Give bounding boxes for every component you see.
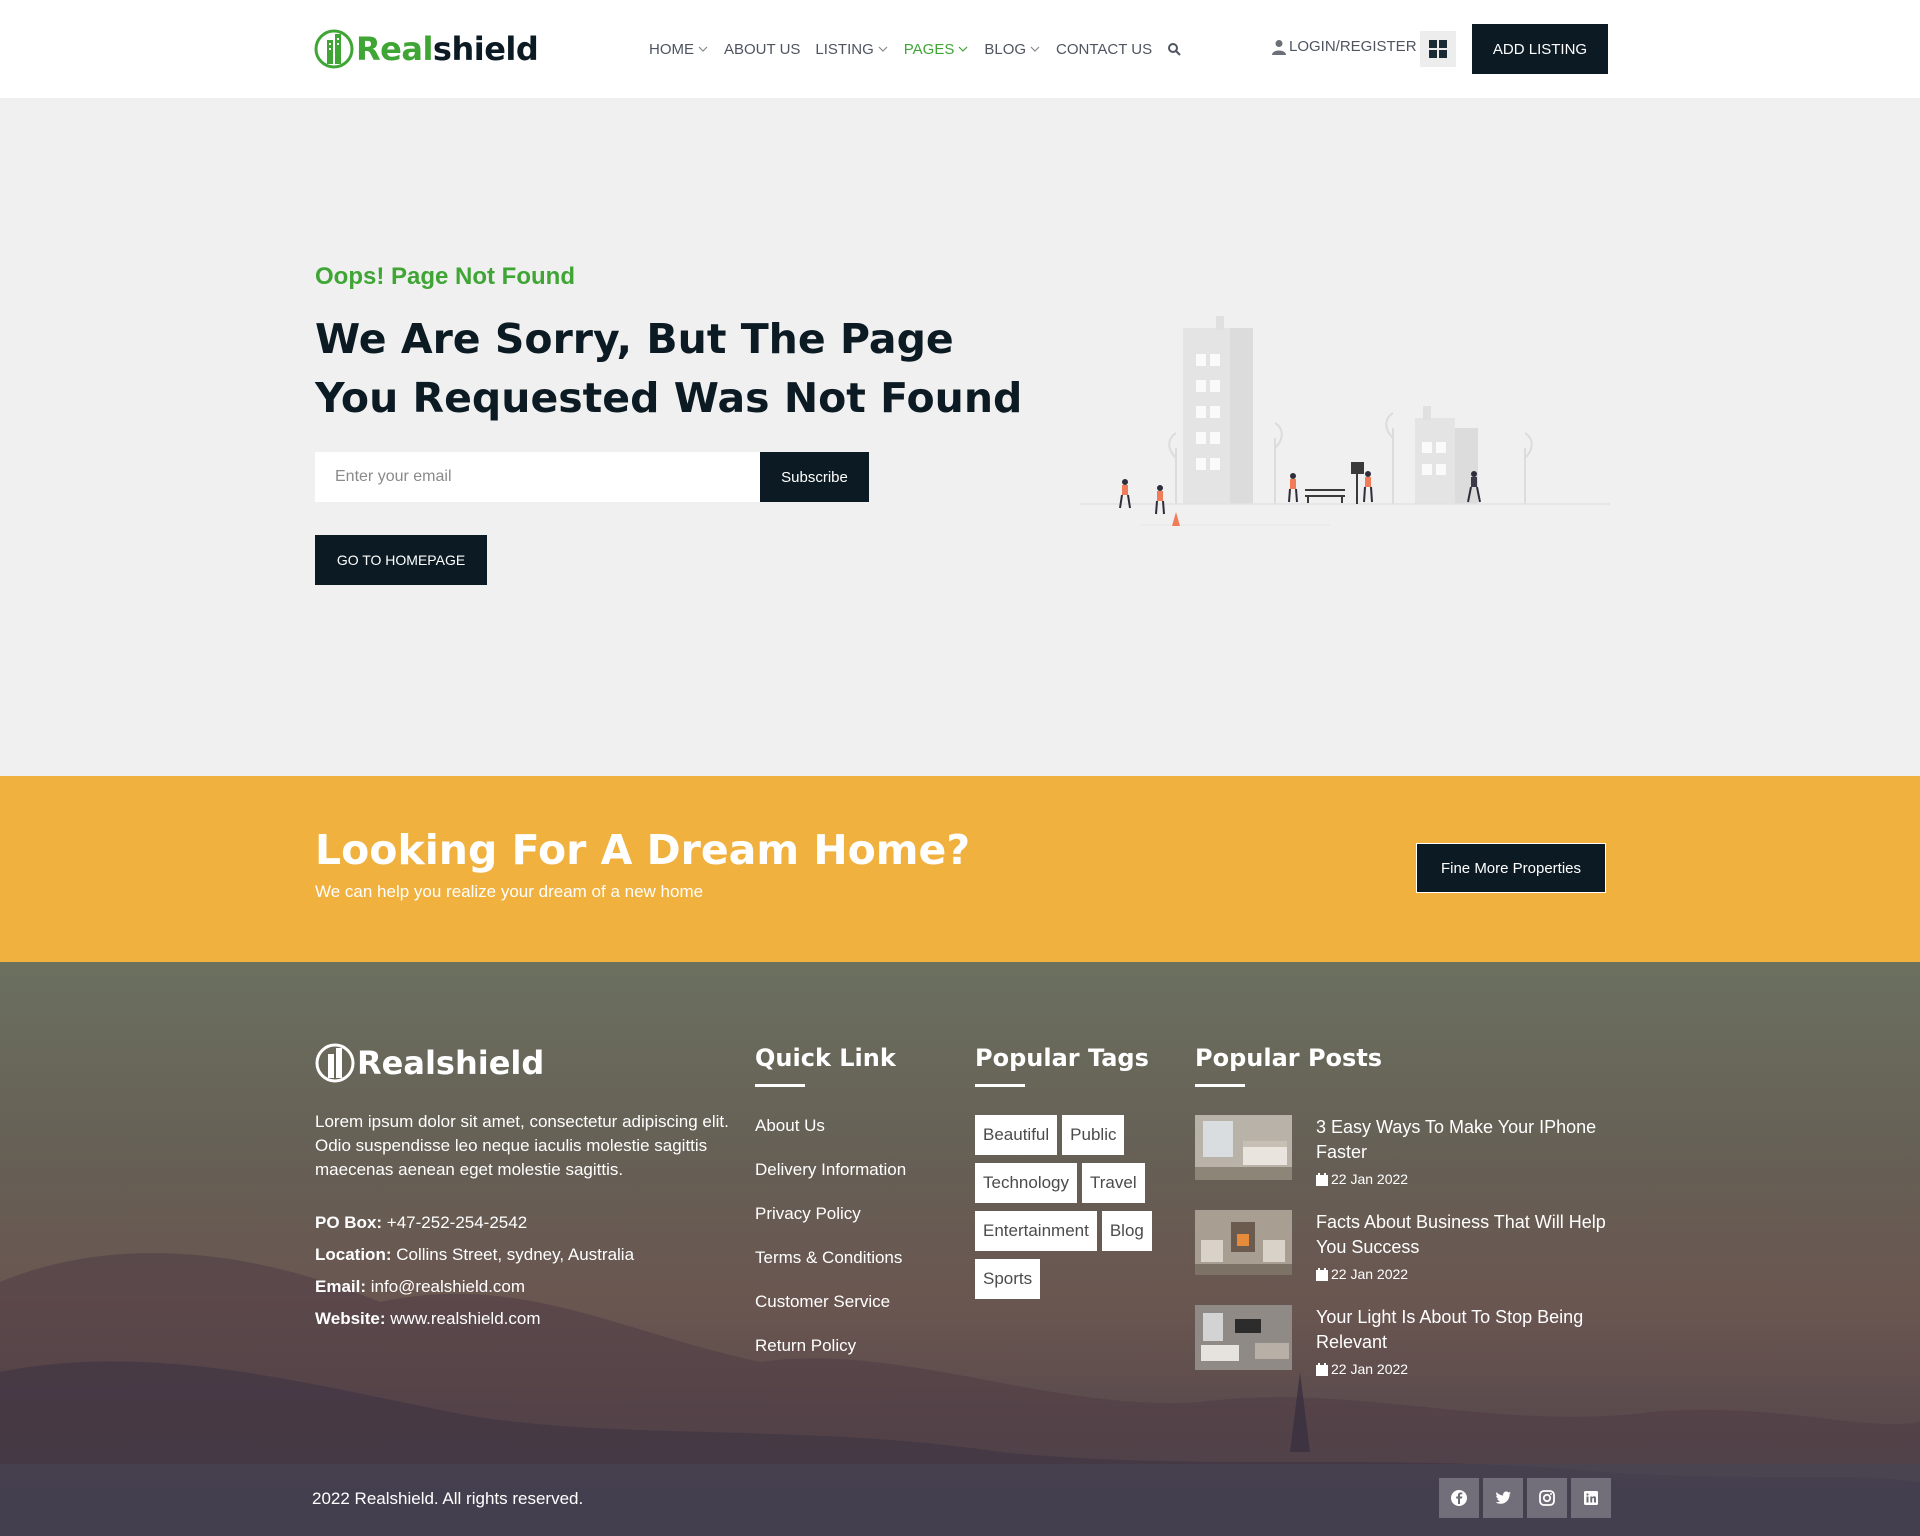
main-nav: HOME ABOUT US LISTING PAGES BLOG CONTACT… xyxy=(649,36,1181,62)
post-date: 22 Jan 2022 xyxy=(1316,1266,1616,1282)
tag-chip[interactable]: Entertainment xyxy=(975,1211,1097,1251)
post-thumbnail xyxy=(1195,1210,1292,1275)
post-date: 22 Jan 2022 xyxy=(1316,1361,1616,1377)
po-box-line: PO Box: +47-252-254-2542 xyxy=(315,1213,528,1232)
tag-chip[interactable]: Public xyxy=(1062,1115,1125,1155)
login-register-link[interactable]: LOGIN/REGISTER xyxy=(1272,38,1417,55)
linkedin-icon xyxy=(1584,1491,1598,1505)
nav-blog-label: BLOG xyxy=(984,40,1027,58)
post-thumbnail xyxy=(1195,1115,1292,1180)
calendar-icon xyxy=(1316,1172,1328,1186)
quick-link-item[interactable]: Customer Service xyxy=(755,1290,906,1334)
email-line: Email: info@realshield.com xyxy=(315,1277,526,1296)
location-line: Location: Collins Street, sydney, Austra… xyxy=(315,1245,635,1264)
post-item[interactable]: 3 Easy Ways To Make Your IPhone Faster 2… xyxy=(1195,1115,1616,1210)
chevron-down-icon xyxy=(878,46,888,52)
footer-about-text: Lorem ipsum dolor sit amet, consectetur … xyxy=(315,1112,729,1179)
find-more-properties-button[interactable]: Fine More Properties xyxy=(1416,843,1606,893)
subscribe-form: Subscribe xyxy=(315,452,869,502)
email-input[interactable] xyxy=(315,452,760,502)
instagram-icon xyxy=(1539,1490,1555,1506)
quick-link-heading: Quick Link xyxy=(755,1044,896,1087)
site-footer: Realshield Lorem ipsum dolor sit amet, c… xyxy=(0,962,1920,1536)
chevron-down-icon xyxy=(958,46,968,52)
website-line: Website: www.realshield.com xyxy=(315,1309,541,1328)
add-listing-button[interactable]: ADD LISTING xyxy=(1472,24,1608,74)
user-icon xyxy=(1272,39,1286,55)
post-title: 3 Easy Ways To Make Your IPhone Faster xyxy=(1316,1117,1597,1162)
cta-subtitle: We can help you realize your dream of a … xyxy=(315,882,704,901)
popular-posts-heading: Popular Posts xyxy=(1195,1044,1382,1087)
search-icon[interactable] xyxy=(1167,42,1181,56)
facebook-link[interactable] xyxy=(1439,1478,1479,1518)
nav-home-label: HOME xyxy=(649,40,694,58)
logo-icon xyxy=(315,1043,355,1083)
login-register-label: LOGIN/REGISTER xyxy=(1289,38,1417,55)
calendar-icon xyxy=(1316,1362,1328,1376)
quick-link-item[interactable]: Privacy Policy xyxy=(755,1202,906,1246)
copyright-text: 2022 Realshield. All rights reserved. xyxy=(312,1489,584,1508)
nav-blog[interactable]: BLOG xyxy=(984,41,1041,58)
post-title: Your Light Is About To Stop Being Releva… xyxy=(1316,1307,1584,1352)
popular-tags-list: Beautiful Public Technology Travel Enter… xyxy=(975,1115,1175,1307)
nav-contact-label: CONTACT US xyxy=(1056,40,1153,58)
quick-link-list: About Us Delivery Information Privacy Po… xyxy=(755,1114,906,1378)
post-item[interactable]: Your Light Is About To Stop Being Releva… xyxy=(1195,1305,1616,1400)
quick-link-item[interactable]: About Us xyxy=(755,1114,906,1158)
twitter-link[interactable] xyxy=(1483,1478,1523,1518)
instagram-link[interactable] xyxy=(1527,1478,1567,1518)
chevron-down-icon xyxy=(1030,46,1040,52)
footer-logo[interactable]: Realshield xyxy=(315,1042,544,1084)
facebook-icon xyxy=(1451,1490,1467,1506)
tag-chip[interactable]: Sports xyxy=(975,1259,1041,1299)
tag-chip[interactable]: Beautiful xyxy=(975,1115,1058,1155)
nav-home[interactable]: HOME xyxy=(649,41,709,58)
tag-chip[interactable]: Blog xyxy=(1101,1211,1152,1251)
logo-text: Realshield xyxy=(356,30,539,68)
popular-tags-heading: Popular Tags xyxy=(975,1044,1149,1087)
site-header: Realshield HOME ABOUT US LISTING PAGES B… xyxy=(0,0,1920,98)
social-links xyxy=(1435,1478,1611,1518)
nav-contact-us[interactable]: CONTACT US xyxy=(1056,41,1152,58)
nav-about-us[interactable]: ABOUT US xyxy=(724,41,800,58)
calendar-icon xyxy=(1316,1267,1328,1281)
quick-link-item[interactable]: Terms & Conditions xyxy=(755,1246,906,1290)
nav-pages-label: PAGES xyxy=(903,40,955,58)
go-to-homepage-button[interactable]: GO TO HOMEPAGE xyxy=(315,535,487,585)
chevron-down-icon xyxy=(698,46,708,52)
post-title: Facts About Business That Will Help You … xyxy=(1316,1212,1606,1257)
subscribe-button[interactable]: Subscribe xyxy=(760,452,869,502)
error-title: We Are Sorry, But The Page You Requested… xyxy=(315,315,1023,422)
grid-icon xyxy=(1429,40,1447,58)
footer-bottom-bar: 2022 Realshield. All rights reserved. xyxy=(0,1464,1920,1536)
post-date: 22 Jan 2022 xyxy=(1316,1171,1616,1187)
twitter-icon xyxy=(1495,1491,1511,1504)
nav-about-label: ABOUT US xyxy=(724,40,801,58)
post-thumbnail xyxy=(1195,1305,1292,1370)
footer-contact-info: PO Box: +47-252-254-2542 Location: Colli… xyxy=(315,1210,634,1338)
quick-link-item[interactable]: Return Policy xyxy=(755,1334,906,1378)
error-hero: Oops! Page Not Found We Are Sorry, But T… xyxy=(0,98,1920,776)
nav-pages[interactable]: PAGES xyxy=(904,41,970,58)
error-subtitle: Oops! Page Not Found xyxy=(315,263,575,290)
logo-icon xyxy=(314,29,354,69)
grid-menu-button[interactable] xyxy=(1420,31,1456,67)
footer-logo-text: Realshield xyxy=(357,1044,545,1082)
tag-chip[interactable]: Travel xyxy=(1082,1163,1145,1203)
post-item[interactable]: Facts About Business That Will Help You … xyxy=(1195,1210,1616,1305)
dream-home-cta: Looking For A Dream Home? We can help yo… xyxy=(0,776,1920,962)
city-illustration xyxy=(1080,316,1610,526)
quick-link-item[interactable]: Delivery Information xyxy=(755,1158,906,1202)
tag-chip[interactable]: Technology xyxy=(975,1163,1078,1203)
linkedin-link[interactable] xyxy=(1571,1478,1611,1518)
nav-listing[interactable]: LISTING xyxy=(815,41,888,58)
cta-title: Looking For A Dream Home? xyxy=(315,826,971,874)
site-logo[interactable]: Realshield xyxy=(314,26,539,72)
nav-listing-label: LISTING xyxy=(815,40,874,58)
popular-posts-list: 3 Easy Ways To Make Your IPhone Faster 2… xyxy=(1195,1115,1616,1400)
